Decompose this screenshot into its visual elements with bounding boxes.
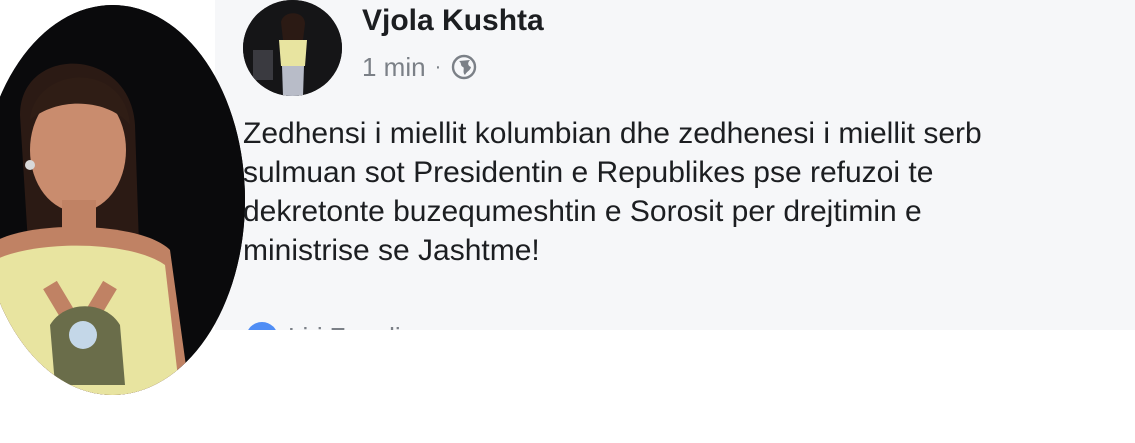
like-icon xyxy=(246,322,278,330)
reaction-names[interactable]: Liri Zeneli xyxy=(288,322,401,330)
author-name[interactable]: Vjola Kushta xyxy=(362,4,544,38)
author-avatar[interactable] xyxy=(243,0,342,96)
meta-separator: · xyxy=(434,55,442,78)
globe-icon[interactable] xyxy=(451,54,477,80)
post-text: Zedhensi i miellit kolumbian dhe zedhene… xyxy=(243,117,982,267)
reactions-bar[interactable]: Liri Zeneli xyxy=(240,318,540,330)
post-time[interactable]: 1 min xyxy=(362,52,426,83)
profile-photo-large xyxy=(0,5,245,395)
post-meta: 1 min · xyxy=(362,51,477,83)
